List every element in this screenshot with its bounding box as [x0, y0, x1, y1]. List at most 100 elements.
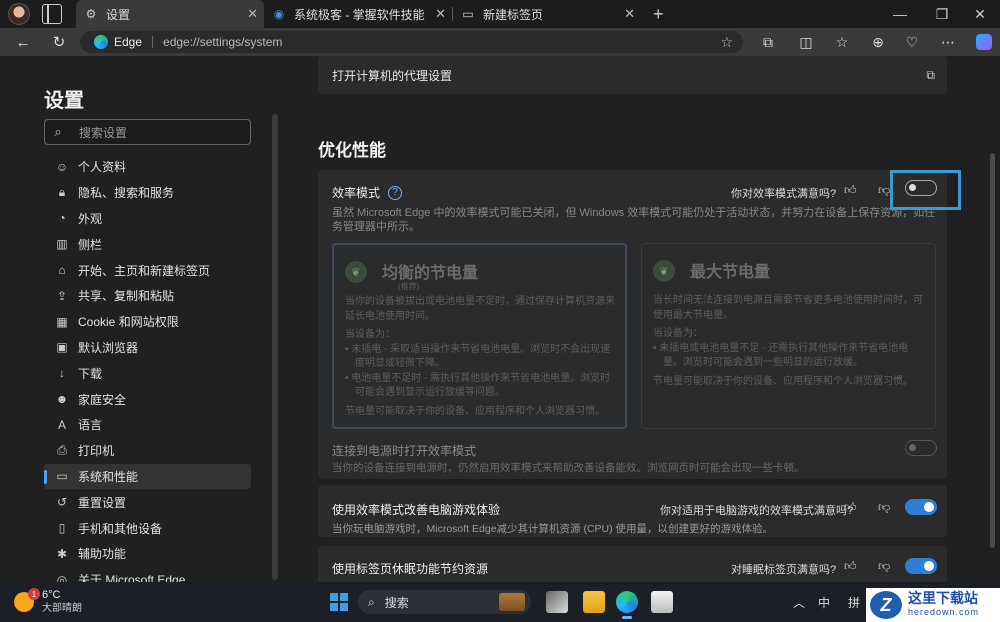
browser-essentials-icon[interactable]: ♡	[898, 28, 926, 56]
ime-lang[interactable]: 中	[818, 594, 830, 611]
sidebar-item-reset[interactable]: ↺ 重置设置	[44, 489, 251, 515]
file-explorer-icon[interactable]	[583, 591, 605, 613]
sidebar-item-label: 手机和其他设备	[78, 521, 163, 536]
store-icon[interactable]	[651, 591, 673, 613]
sidebar-item-phone[interactable]: ▯ 手机和其他设备	[44, 515, 251, 541]
minimize-icon[interactable]: —	[880, 0, 920, 28]
sidebar-item-downloads[interactable]: ↓ 下载	[44, 360, 251, 386]
sidebar-item-privacy[interactable]: 🔒︎ 隐私、搜索和服务	[44, 180, 251, 206]
sidebar-item-languages[interactable]: A 语言	[44, 412, 251, 438]
profile-icon: ☺	[55, 159, 69, 174]
sidebar-item-printers[interactable]: ⎙ 打印机	[44, 438, 251, 464]
efficiency-feedback-text: 你对效率模式满意吗?	[731, 188, 837, 200]
profile-avatar[interactable]	[8, 3, 30, 25]
tab-bar: ⚙ 设置 ✕ ◉ 系统极客 - 掌握软件技能 ✕ ▭ 新建标签页 ✕ + — ❐…	[0, 0, 1000, 28]
tab-new[interactable]: ▭ 新建标签页 ✕	[453, 0, 641, 28]
thumbs-down-icon[interactable]: 👎︎	[878, 183, 890, 198]
collections-icon[interactable]: ⊕	[864, 28, 892, 56]
sidebar-item-label: 辅助功能	[78, 547, 127, 562]
close-tab-icon[interactable]: ✕	[435, 6, 446, 22]
option-when-label: 当设备为：	[653, 328, 703, 339]
address-bar[interactable]: Edge edge://settings/system ☆	[80, 31, 743, 53]
sidebar-item-share[interactable]: ⇪ 共享、复制和粘贴	[44, 283, 251, 309]
power-connected-title: 连接到电源时打开效率模式	[332, 444, 477, 458]
settings-search-input[interactable]: ⌕ 搜索设置	[44, 119, 251, 145]
task-view-icon[interactable]	[546, 591, 568, 613]
power-connected-toggle[interactable]	[905, 440, 937, 456]
favorite-star-icon[interactable]: ☆	[720, 34, 733, 51]
weather-widget[interactable]: 1 6°C 大部晴朗	[14, 588, 82, 615]
restore-icon[interactable]: ❐	[922, 0, 962, 28]
copilot-icon[interactable]	[970, 28, 998, 56]
thumbs-down-icon[interactable]: 👎︎	[878, 559, 890, 574]
new-tab-plus-icon[interactable]: +	[653, 4, 664, 25]
tab-site[interactable]: ◉ 系统极客 - 掌握软件技能 ✕	[264, 0, 452, 28]
close-tab-icon[interactable]: ✕	[247, 6, 258, 22]
ime-mode[interactable]: 拼	[848, 594, 860, 611]
search-placeholder: 搜索设置	[79, 125, 128, 140]
address-divider	[152, 36, 154, 48]
proxy-label: 打开计算机的代理设置	[332, 68, 453, 83]
sidebar-item-label: 外观	[78, 211, 103, 226]
cookie-icon: ▦	[56, 314, 68, 329]
external-link-icon[interactable]: ⧉	[926, 68, 935, 83]
refresh-icon[interactable]: ↻	[45, 28, 73, 56]
leaf-icon: ❦	[653, 260, 675, 282]
thumbs-up-icon[interactable]: 👍︎	[844, 183, 857, 198]
gaming-efficiency-card: 使用效率模式改善电脑游戏体验 你对适用于电脑游戏的效率模式满意吗? 👍︎ 👎︎ …	[318, 485, 947, 537]
help-icon[interactable]: ?	[388, 185, 403, 200]
sidebar-item-family[interactable]: ☻ 家庭安全	[44, 386, 251, 412]
sidebar-item-appearance[interactable]: ◔ 外观	[44, 206, 251, 232]
main-scrollbar[interactable]	[990, 153, 995, 548]
printer-icon: ⎙	[57, 443, 67, 458]
thumbs-down-icon[interactable]: 👎︎	[878, 500, 890, 515]
start-button-icon[interactable]	[330, 593, 348, 611]
option-footer: 节电量可能取决于你的设备、应用程序和个人浏览器习惯。	[345, 405, 605, 417]
family-icon: ☻	[55, 392, 69, 407]
sidebar-item-system[interactable]: ▭ 系统和性能	[44, 463, 251, 490]
split-screen-icon[interactable]: ◫	[792, 28, 820, 56]
sleeping-tabs-toggle[interactable]	[905, 558, 937, 574]
appearance-icon: ◔	[58, 211, 66, 226]
gaming-title: 使用效率模式改善电脑游戏体验	[332, 503, 501, 517]
site-icon: ◉	[273, 7, 285, 21]
address-url[interactable]: edge://settings/system	[163, 35, 282, 49]
maximum-savings-option[interactable]: ❦ 最大节电量 当长时间无法连接到电源且需要节省更多电池使用时间时，可使用最大节…	[641, 243, 936, 429]
sidebar-item-label: 开始、主页和新建标签页	[78, 263, 211, 278]
edge-taskbar-icon[interactable]	[616, 591, 638, 619]
back-icon[interactable]: ←	[9, 28, 37, 56]
sidebar-item-label: Cookie 和网站权限	[78, 315, 179, 330]
search-icon: ⌕	[54, 124, 62, 139]
settings-sidebar: 设置 ⌕ 搜索设置 ☺ 个人资料 🔒︎ 隐私、搜索和服务 ◔ 外观 ▥ 侧栏 ⌂ 开始、主…	[0, 56, 278, 587]
sidebar-item-accessibility[interactable]: ✱ 辅助功能	[44, 541, 251, 567]
balanced-savings-option[interactable]: ❦ 均衡的节电量 (推荐) 当你的设备被拔出或电池电量不足时，通过保存计算机资源…	[332, 243, 627, 429]
tab-actions-icon[interactable]	[42, 4, 62, 24]
sleeping-feedback-text: 对睡眠标签页满意吗?	[731, 564, 837, 576]
sidebar-item-profiles[interactable]: ☺ 个人资料	[44, 154, 251, 180]
newtab-page-icon: ▭	[462, 7, 474, 21]
sidebar-item-default-browser[interactable]: ▣ 默认浏览器	[44, 335, 251, 361]
thumbs-up-icon[interactable]: 👍︎	[844, 500, 857, 515]
tray-chevron-icon[interactable]: ︿	[793, 594, 805, 611]
efficiency-mode-header: 效率模式 ?	[332, 184, 403, 201]
close-window-icon[interactable]: ✕	[960, 0, 1000, 28]
gaming-toggle[interactable]	[905, 499, 937, 515]
proxy-settings-row[interactable]: 打开计算机的代理设置 ⧉	[318, 56, 947, 94]
sidebar-item-cookies[interactable]: ▦ Cookie 和网站权限	[44, 309, 251, 335]
watermark-text: 这里下载站 heredown.com	[908, 591, 979, 619]
more-menu-icon[interactable]: ⋯	[934, 28, 962, 56]
option-bullet: • 未插电 - 采取适当操作来节省电池电量。浏览时不会出现速度明显或轻微下降。	[345, 343, 611, 370]
sleeping-tabs-card: 使用标签页休眠功能节约资源 对睡眠标签页满意吗? 👍︎ 👎︎	[318, 546, 947, 582]
extensions-icon[interactable]: ⧉	[754, 28, 782, 56]
taskbar-search[interactable]: ⌕ 搜索	[358, 590, 531, 614]
sidebar-item-sidebar[interactable]: ▥ 侧栏	[44, 231, 251, 257]
favorites-icon[interactable]: ☆	[828, 28, 856, 56]
site-watermark: Z 这里下载站 heredown.com	[866, 588, 1000, 622]
search-highlight-image	[499, 593, 525, 611]
close-tab-icon[interactable]: ✕	[624, 6, 635, 22]
thumbs-up-icon[interactable]: 👍︎	[844, 559, 857, 574]
download-icon: ↓	[59, 366, 65, 381]
section-title: 优化性能	[318, 141, 386, 160]
tab-settings[interactable]: ⚙ 设置 ✕	[76, 0, 264, 28]
sidebar-item-start[interactable]: ⌂ 开始、主页和新建标签页	[44, 257, 251, 283]
